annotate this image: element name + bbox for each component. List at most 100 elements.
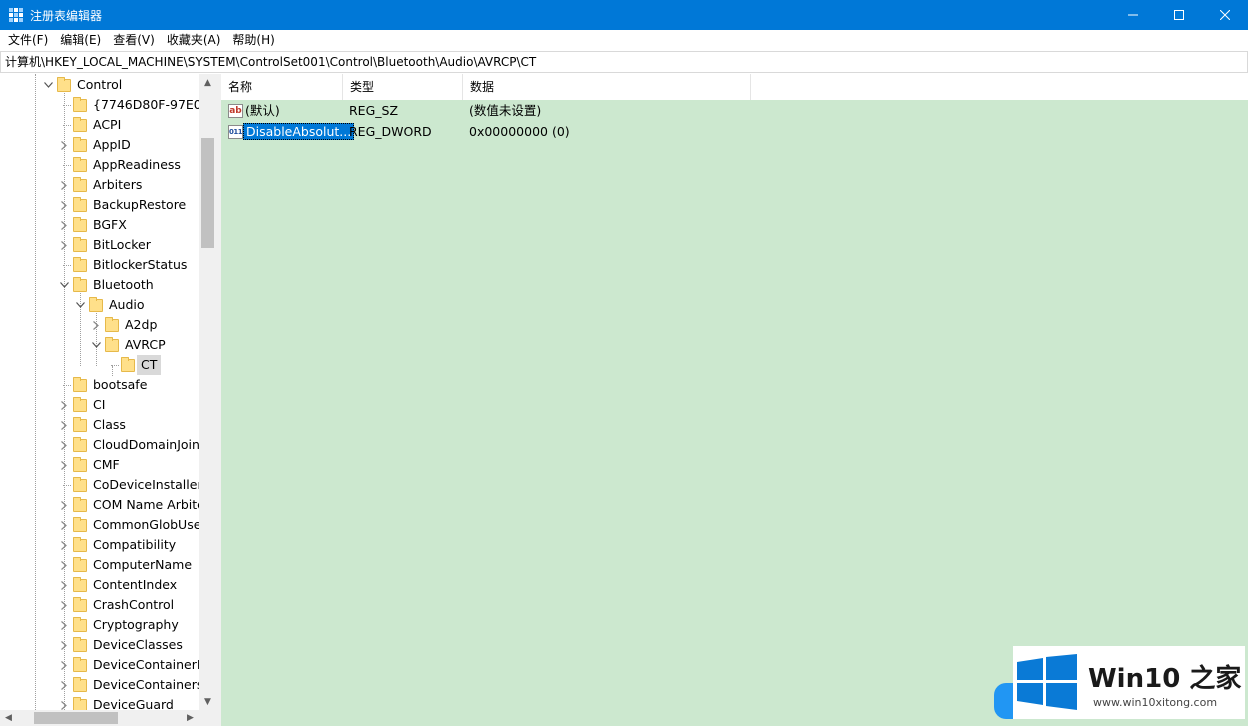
tree-node-computername[interactable]: ComputerName bbox=[0, 555, 199, 575]
title-bar[interactable]: 注册表编辑器 bbox=[0, 0, 1248, 30]
value-name: (默认) bbox=[245, 103, 280, 118]
tree-node-label: A2dp bbox=[125, 317, 158, 332]
tree-node-commonglobuser[interactable]: CommonGlobUser bbox=[0, 515, 199, 535]
chevron-right-icon[interactable] bbox=[59, 535, 69, 555]
maximize-button[interactable] bbox=[1156, 0, 1202, 30]
column-header-type[interactable]: 类型 bbox=[343, 74, 463, 100]
chevron-down-icon[interactable] bbox=[59, 275, 69, 295]
registry-tree-pane: Control {7746D80F-97E0-4 ACPI AppID AppReadi… bbox=[0, 74, 216, 726]
minimize-button[interactable] bbox=[1110, 0, 1156, 30]
tree-node-label: Cryptography bbox=[93, 617, 179, 632]
chevron-right-icon[interactable] bbox=[59, 555, 69, 575]
folder-icon bbox=[73, 477, 87, 492]
tree-node-bitlocker[interactable]: BitLocker bbox=[0, 235, 199, 255]
chevron-down-icon[interactable] bbox=[75, 295, 85, 315]
tree-node-7746d80f-97e0-4[interactable]: {7746D80F-97E0-4 bbox=[0, 95, 199, 115]
value-row-selected[interactable]: 011 DisableAbsolut... REG_DWORD 0x000000… bbox=[221, 121, 1248, 142]
value-row[interactable]: ab (默认) REG_SZ (数值未设置) bbox=[221, 100, 1248, 121]
tree-node-backuprestore[interactable]: BackupRestore bbox=[0, 195, 199, 215]
tree-node-appid[interactable]: AppID bbox=[0, 135, 199, 155]
tree-node-avrcp[interactable]: AVRCP bbox=[0, 335, 199, 355]
chevron-right-icon[interactable] bbox=[59, 595, 69, 615]
scroll-up-icon[interactable]: ▲ bbox=[199, 74, 216, 91]
minimize-icon bbox=[1128, 14, 1138, 16]
tree-hscroll-thumb[interactable] bbox=[34, 712, 118, 724]
column-header-data[interactable]: 数据 bbox=[463, 74, 751, 100]
tree-node-a2dp[interactable]: A2dp bbox=[0, 315, 199, 335]
folder-icon bbox=[73, 197, 87, 212]
tree-node-label: DeviceClasses bbox=[93, 637, 183, 652]
tree-node-deviceclasses[interactable]: DeviceClasses bbox=[0, 635, 199, 655]
scroll-down-icon[interactable]: ▼ bbox=[199, 693, 216, 710]
chevron-right-icon[interactable] bbox=[59, 435, 69, 455]
scroll-left-icon[interactable]: ◀ bbox=[0, 710, 17, 726]
tree-node-bluetooth[interactable]: Bluetooth bbox=[0, 275, 199, 295]
chevron-right-icon[interactable] bbox=[59, 175, 69, 195]
tree-node-cryptography[interactable]: Cryptography bbox=[0, 615, 199, 635]
chevron-right-icon[interactable] bbox=[59, 515, 69, 535]
tree-node-audio[interactable]: Audio bbox=[0, 295, 199, 315]
menu-favorites[interactable]: 收藏夹(A) bbox=[161, 30, 227, 51]
chevron-right-icon[interactable] bbox=[59, 495, 69, 515]
chevron-right-icon[interactable] bbox=[59, 575, 69, 595]
chevron-right-icon[interactable] bbox=[59, 215, 69, 235]
tree-node-compatibility[interactable]: Compatibility bbox=[0, 535, 199, 555]
menu-bar: 文件(F) 编辑(E) 查看(V) 收藏夹(A) 帮助(H) bbox=[0, 30, 1248, 51]
chevron-right-icon[interactable] bbox=[59, 635, 69, 655]
tree-node-deviceguard[interactable]: DeviceGuard bbox=[0, 695, 199, 710]
tree-node-bgfx[interactable]: BGFX bbox=[0, 215, 199, 235]
tree-node-acpi[interactable]: ACPI bbox=[0, 115, 199, 135]
chevron-right-icon[interactable] bbox=[59, 235, 69, 255]
tree-node-bitlockerstatus[interactable]: BitlockerStatus bbox=[0, 255, 199, 275]
watermark-url: www.win10xitong.com bbox=[1093, 696, 1218, 709]
folder-icon bbox=[105, 317, 119, 332]
tree-node-appreadiness[interactable]: AppReadiness bbox=[0, 155, 199, 175]
tree-node-devicecontainers[interactable]: DeviceContainers bbox=[0, 675, 199, 695]
menu-view[interactable]: 查看(V) bbox=[107, 30, 161, 51]
chevron-down-icon[interactable] bbox=[91, 335, 101, 355]
chevron-right-icon[interactable] bbox=[59, 195, 69, 215]
regedit-app-icon bbox=[9, 8, 23, 22]
tree-node-label: ComputerName bbox=[93, 557, 193, 572]
string-value-icon: ab bbox=[228, 104, 243, 118]
chevron-right-icon[interactable] bbox=[59, 135, 69, 155]
tree-vertical-scrollbar[interactable]: ▲ ▼ bbox=[199, 74, 216, 710]
tree-node-control[interactable]: Control bbox=[0, 75, 199, 95]
tree-node-label: Audio bbox=[109, 297, 145, 312]
address-bar[interactable]: 计算机\HKEY_LOCAL_MACHINE\SYSTEM\ControlSet… bbox=[0, 51, 1248, 73]
tree-node-class[interactable]: Class bbox=[0, 415, 199, 435]
tree-horizontal-scrollbar[interactable]: ◀ ▶ bbox=[0, 710, 199, 726]
tree-node-com-name-arbite[interactable]: COM Name Arbite bbox=[0, 495, 199, 515]
chevron-right-icon[interactable] bbox=[59, 675, 69, 695]
menu-edit[interactable]: 编辑(E) bbox=[54, 30, 107, 51]
value-type: REG_SZ bbox=[349, 103, 399, 118]
tree-node-bootsafe[interactable]: bootsafe bbox=[0, 375, 199, 395]
chevron-down-icon[interactable] bbox=[43, 75, 53, 95]
tree-node-label: {7746D80F-97E0-4 bbox=[93, 97, 199, 112]
chevron-right-icon[interactable] bbox=[59, 615, 69, 635]
tree-vscroll-thumb[interactable] bbox=[201, 138, 214, 248]
tree-node-devicecontainerpr[interactable]: DeviceContainerPr bbox=[0, 655, 199, 675]
chevron-right-icon[interactable] bbox=[59, 415, 69, 435]
tree-node-codeviceinstallers[interactable]: CoDeviceInstallers bbox=[0, 475, 199, 495]
menu-file[interactable]: 文件(F) bbox=[2, 30, 54, 51]
tree-node-arbiters[interactable]: Arbiters bbox=[0, 175, 199, 195]
chevron-right-icon[interactable] bbox=[59, 395, 69, 415]
tree-node-cmf[interactable]: CMF bbox=[0, 455, 199, 475]
scroll-right-icon[interactable]: ▶ bbox=[182, 710, 199, 726]
folder-icon bbox=[73, 157, 87, 172]
close-button[interactable] bbox=[1202, 0, 1248, 30]
menu-help[interactable]: 帮助(H) bbox=[226, 30, 280, 51]
tree-node-ct[interactable]: CT bbox=[0, 355, 199, 375]
tree-node-label: CrashControl bbox=[93, 597, 175, 612]
chevron-right-icon[interactable] bbox=[91, 315, 101, 335]
tree-node-clouddomainjoin[interactable]: CloudDomainJoin bbox=[0, 435, 199, 455]
tree-node-contentindex[interactable]: ContentIndex bbox=[0, 575, 199, 595]
chevron-right-icon[interactable] bbox=[59, 655, 69, 675]
tree-node-crashcontrol[interactable]: CrashControl bbox=[0, 595, 199, 615]
tree-node-ci[interactable]: CI bbox=[0, 395, 199, 415]
chevron-right-icon[interactable] bbox=[59, 455, 69, 475]
tree-node-label: ACPI bbox=[93, 117, 122, 132]
chevron-right-icon[interactable] bbox=[59, 695, 69, 710]
column-header-name[interactable]: 名称 bbox=[221, 74, 343, 100]
